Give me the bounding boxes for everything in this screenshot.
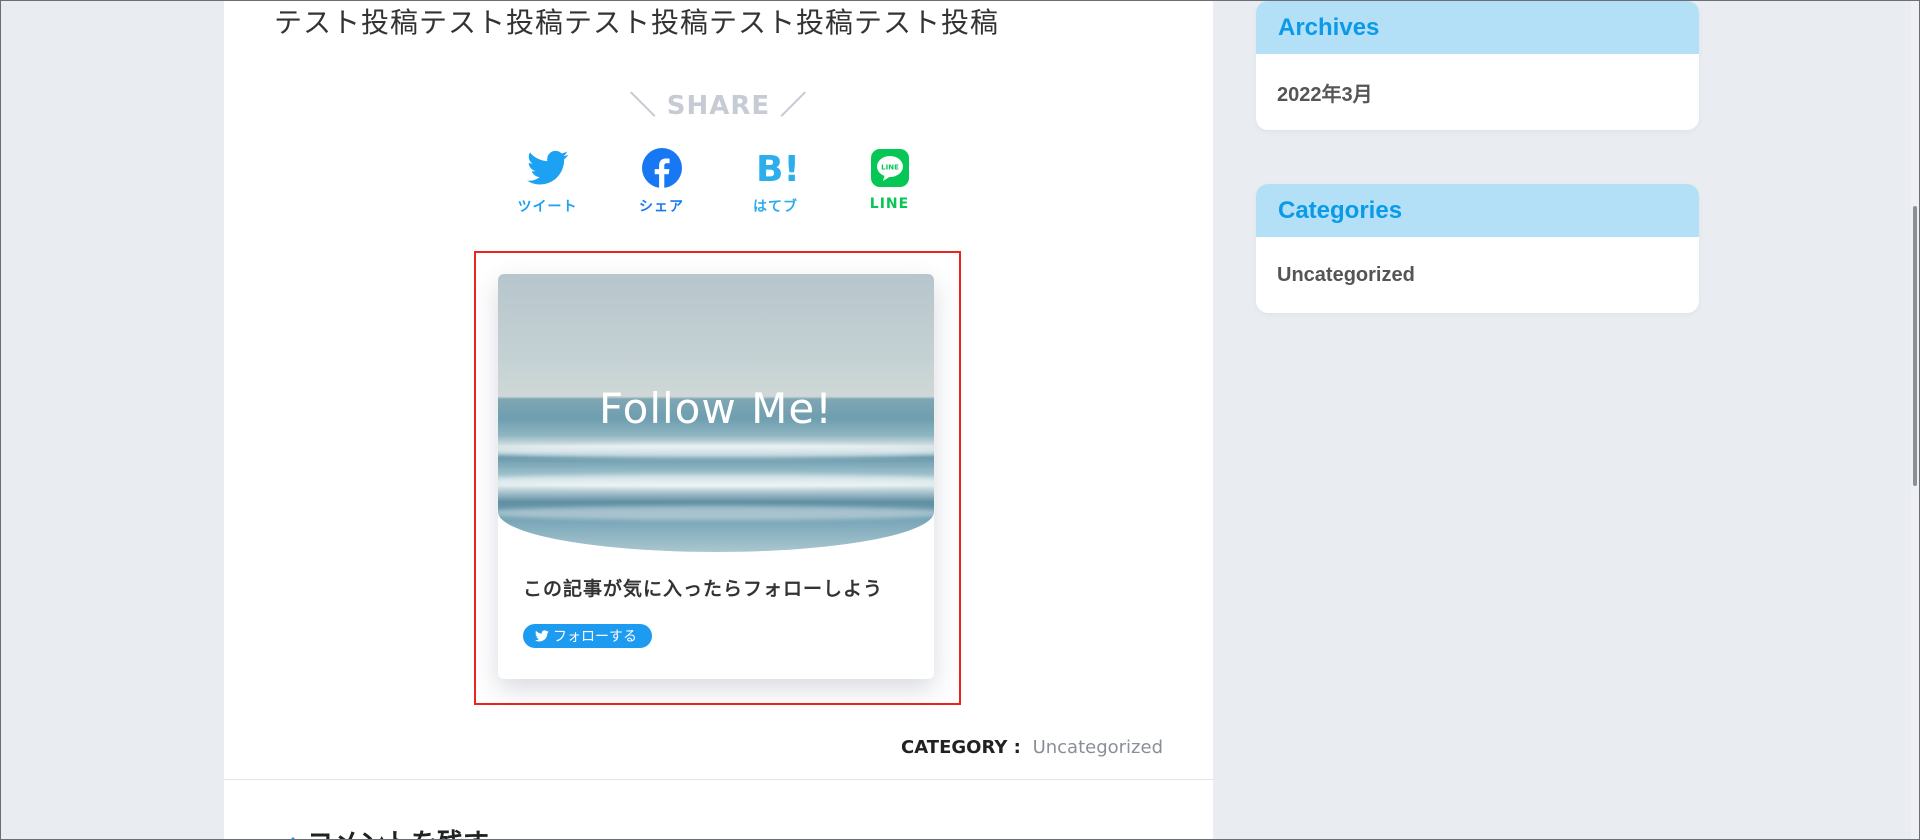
tweet-button[interactable]: ツイート — [491, 146, 605, 216]
hatena-bookmark-button[interactable]: B! はてブ — [719, 146, 833, 216]
svg-text:LINE: LINE — [881, 164, 899, 172]
category-item-uncategorized[interactable]: Uncategorized — [1256, 237, 1699, 313]
line-share-button[interactable]: LINE LINE — [833, 146, 947, 216]
section-divider — [224, 779, 1213, 780]
wave-crest — [498, 444, 934, 458]
facebook-icon — [641, 146, 682, 190]
category-label: CATEGORY : — [901, 737, 1021, 758]
archive-item-2022-03[interactable]: 2022年3月 — [1256, 54, 1699, 130]
post-category: CATEGORY : Uncategorized — [901, 737, 1163, 758]
follow-me-title: Follow Me! — [598, 384, 833, 433]
twitter-follow-button[interactable]: フォローする — [523, 624, 652, 648]
facebook-share-button[interactable]: シェア — [605, 146, 719, 216]
line-icon: LINE — [870, 146, 909, 190]
facebook-share-label: シェア — [639, 199, 684, 215]
svg-text:B!: B! — [756, 149, 796, 187]
twitter-icon — [526, 146, 569, 190]
categories-widget-title: Categories — [1256, 184, 1699, 237]
follow-button-label: フォローする — [553, 629, 637, 645]
hatena-bookmark-icon: B! — [756, 146, 796, 190]
wave-crest — [498, 474, 934, 488]
follow-message: この記事が気に入ったらフォローしよう — [523, 578, 884, 600]
post-body-text: テスト投稿テスト投稿テスト投稿テスト投稿テスト投稿 — [274, 6, 1000, 39]
archives-widget-title: Archives — [1256, 1, 1699, 54]
ocean-hero-image: Follow Me! — [498, 274, 934, 552]
share-buttons: ツイート シェア B! はてブ LINE LINE — [224, 146, 1213, 216]
hatena-bookmark-label: はてブ — [753, 199, 798, 215]
follow-me-card: Follow Me! この記事が気に入ったらフォローしよう フォローする — [498, 274, 934, 679]
scrollbar-thumb[interactable] — [1913, 206, 1917, 486]
tweet-label: ツイート — [517, 199, 578, 215]
pencil-icon — [290, 836, 296, 839]
comment-heading-text: コメントを残す — [307, 823, 489, 839]
browser-viewport: テスト投稿テスト投稿テスト投稿テスト投稿テスト投稿 ＼ SHARE ／ ツイート — [0, 0, 1920, 840]
article-main: テスト投稿テスト投稿テスト投稿テスト投稿テスト投稿 ＼ SHARE ／ ツイート — [224, 1, 1213, 839]
line-share-label: LINE — [869, 196, 910, 212]
twitter-icon — [535, 630, 549, 642]
comment-heading: コメントを残す — [279, 823, 489, 839]
archives-widget: Archives 2022年3月 — [1256, 1, 1699, 130]
share-heading: ＼ SHARE ／ — [629, 91, 808, 121]
wave-crest — [498, 506, 934, 520]
category-link[interactable]: Uncategorized — [1033, 737, 1163, 758]
categories-widget: Categories Uncategorized — [1256, 184, 1699, 313]
